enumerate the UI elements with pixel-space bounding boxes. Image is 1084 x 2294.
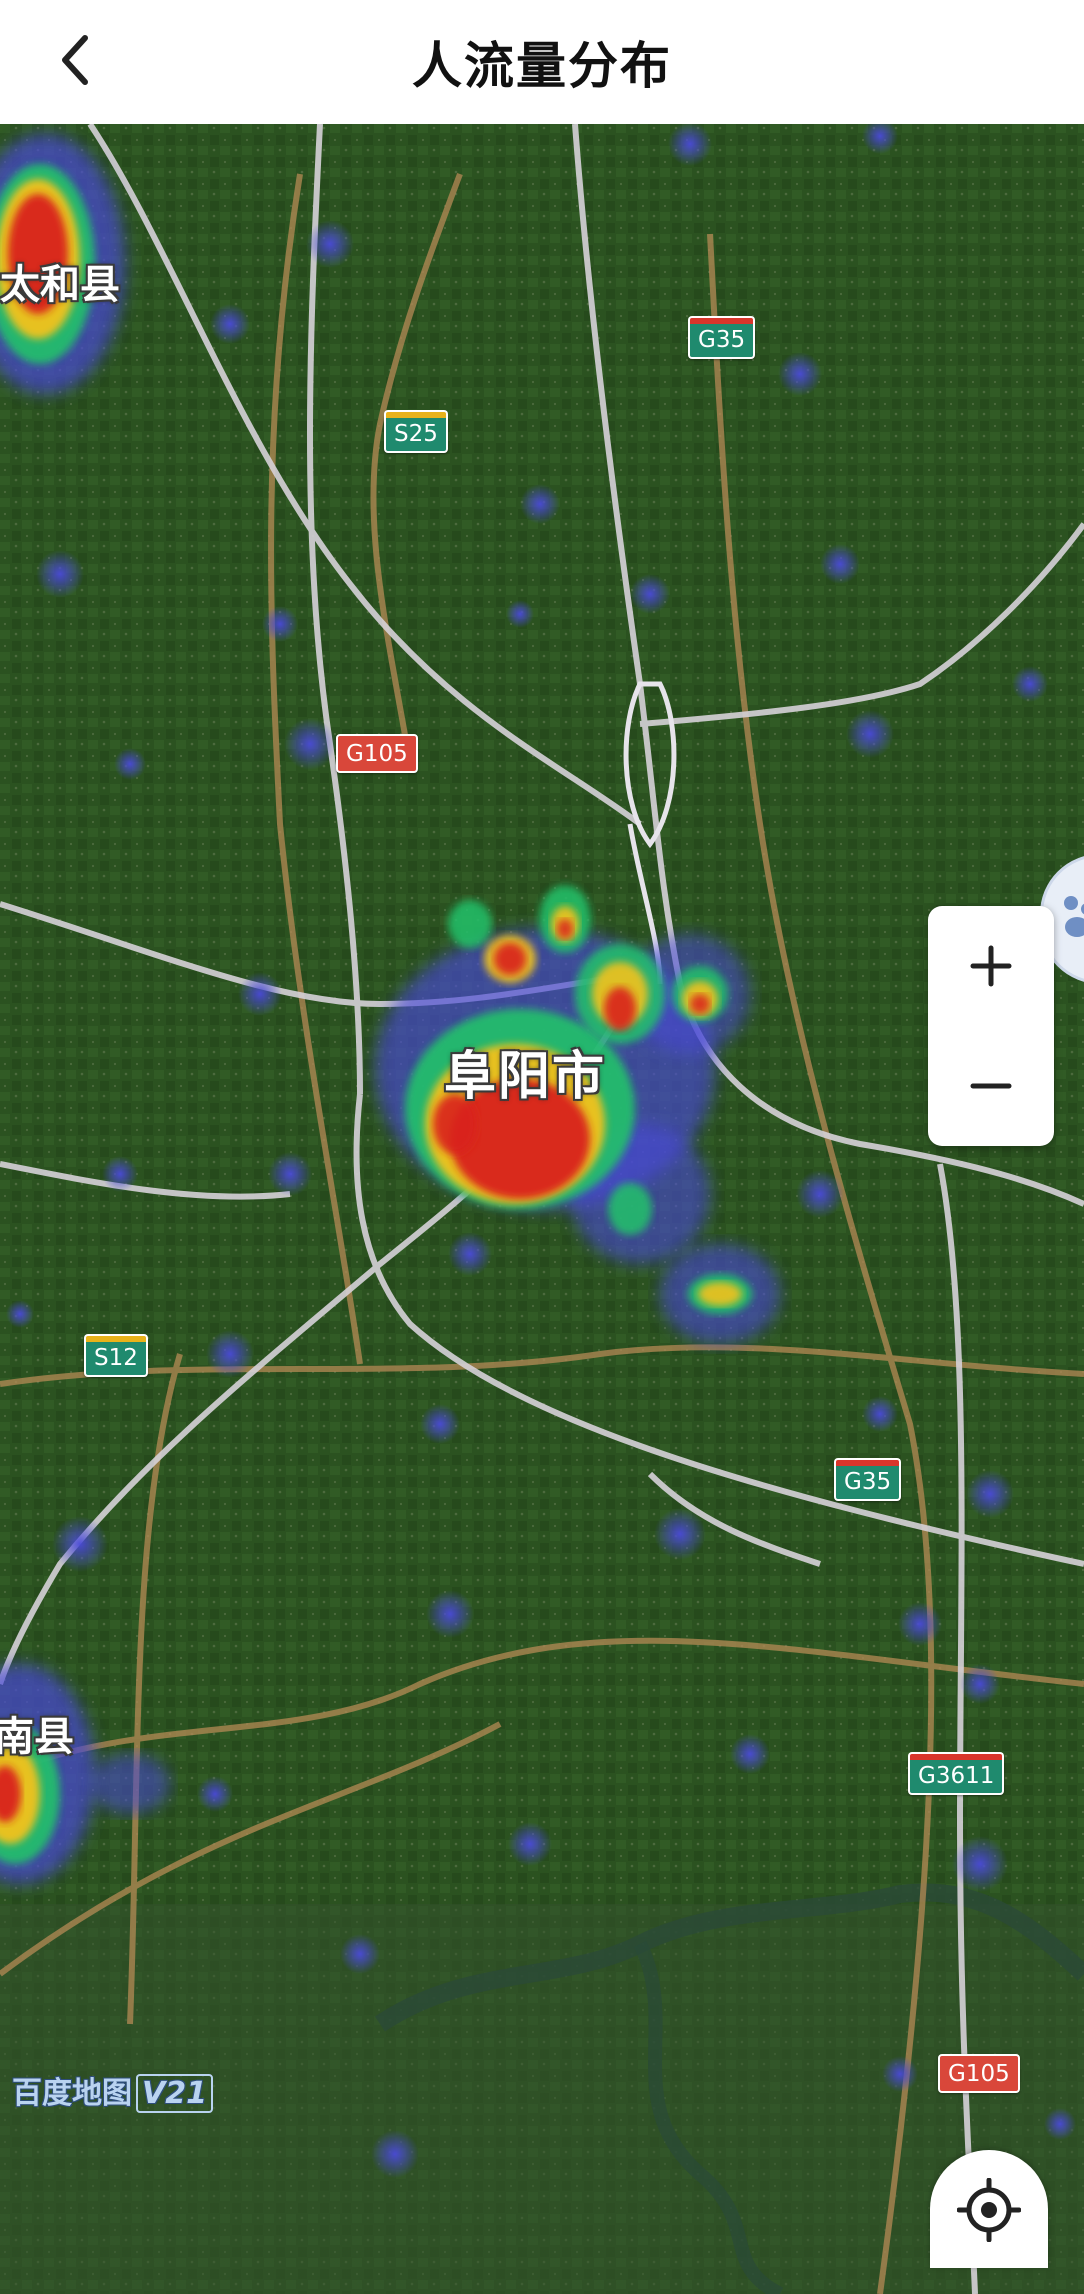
zoom-out-button[interactable] xyxy=(928,1026,1054,1146)
map-watermark: 百度地图 V21 xyxy=(12,2068,213,2113)
map-canvas[interactable] xyxy=(0,124,1084,2294)
watermark-text: 百度地图 xyxy=(12,2076,132,2111)
road-shield-g3611: G3611 xyxy=(908,1752,1005,1795)
minus-icon xyxy=(970,1083,1012,1089)
zoom-in-button[interactable] xyxy=(928,906,1054,1026)
road-shield-g35-bottom: G35 xyxy=(834,1458,902,1501)
city-label-fuyang[interactable]: 阜阳市 xyxy=(444,1034,606,1109)
plus-icon xyxy=(970,945,1012,987)
road-shield-g105: G105 xyxy=(336,734,418,773)
locate-button[interactable] xyxy=(930,2150,1048,2268)
road-shield-g35-top: G35 xyxy=(688,316,756,359)
zoom-controls xyxy=(928,906,1054,1146)
header-bar: 人流量分布 xyxy=(0,0,1084,124)
road-shield-g105-bottom: G105 xyxy=(938,2054,1020,2093)
locate-crosshair-icon xyxy=(957,2178,1021,2242)
page-title: 人流量分布 xyxy=(412,37,672,95)
county-label-taihe[interactable]: 太和县 xyxy=(0,252,120,310)
map-view[interactable]: G35 S25 G105 S12 G35 G3611 G105 阜阳市 太和县 … xyxy=(0,124,1084,2294)
watermark-version: V21 xyxy=(136,2074,213,2113)
county-label-southwest[interactable]: 南县 xyxy=(0,1704,74,1762)
paw-icon xyxy=(1064,896,1084,937)
road-shield-s12: S12 xyxy=(84,1334,148,1377)
road-shield-s25: S25 xyxy=(384,410,448,453)
